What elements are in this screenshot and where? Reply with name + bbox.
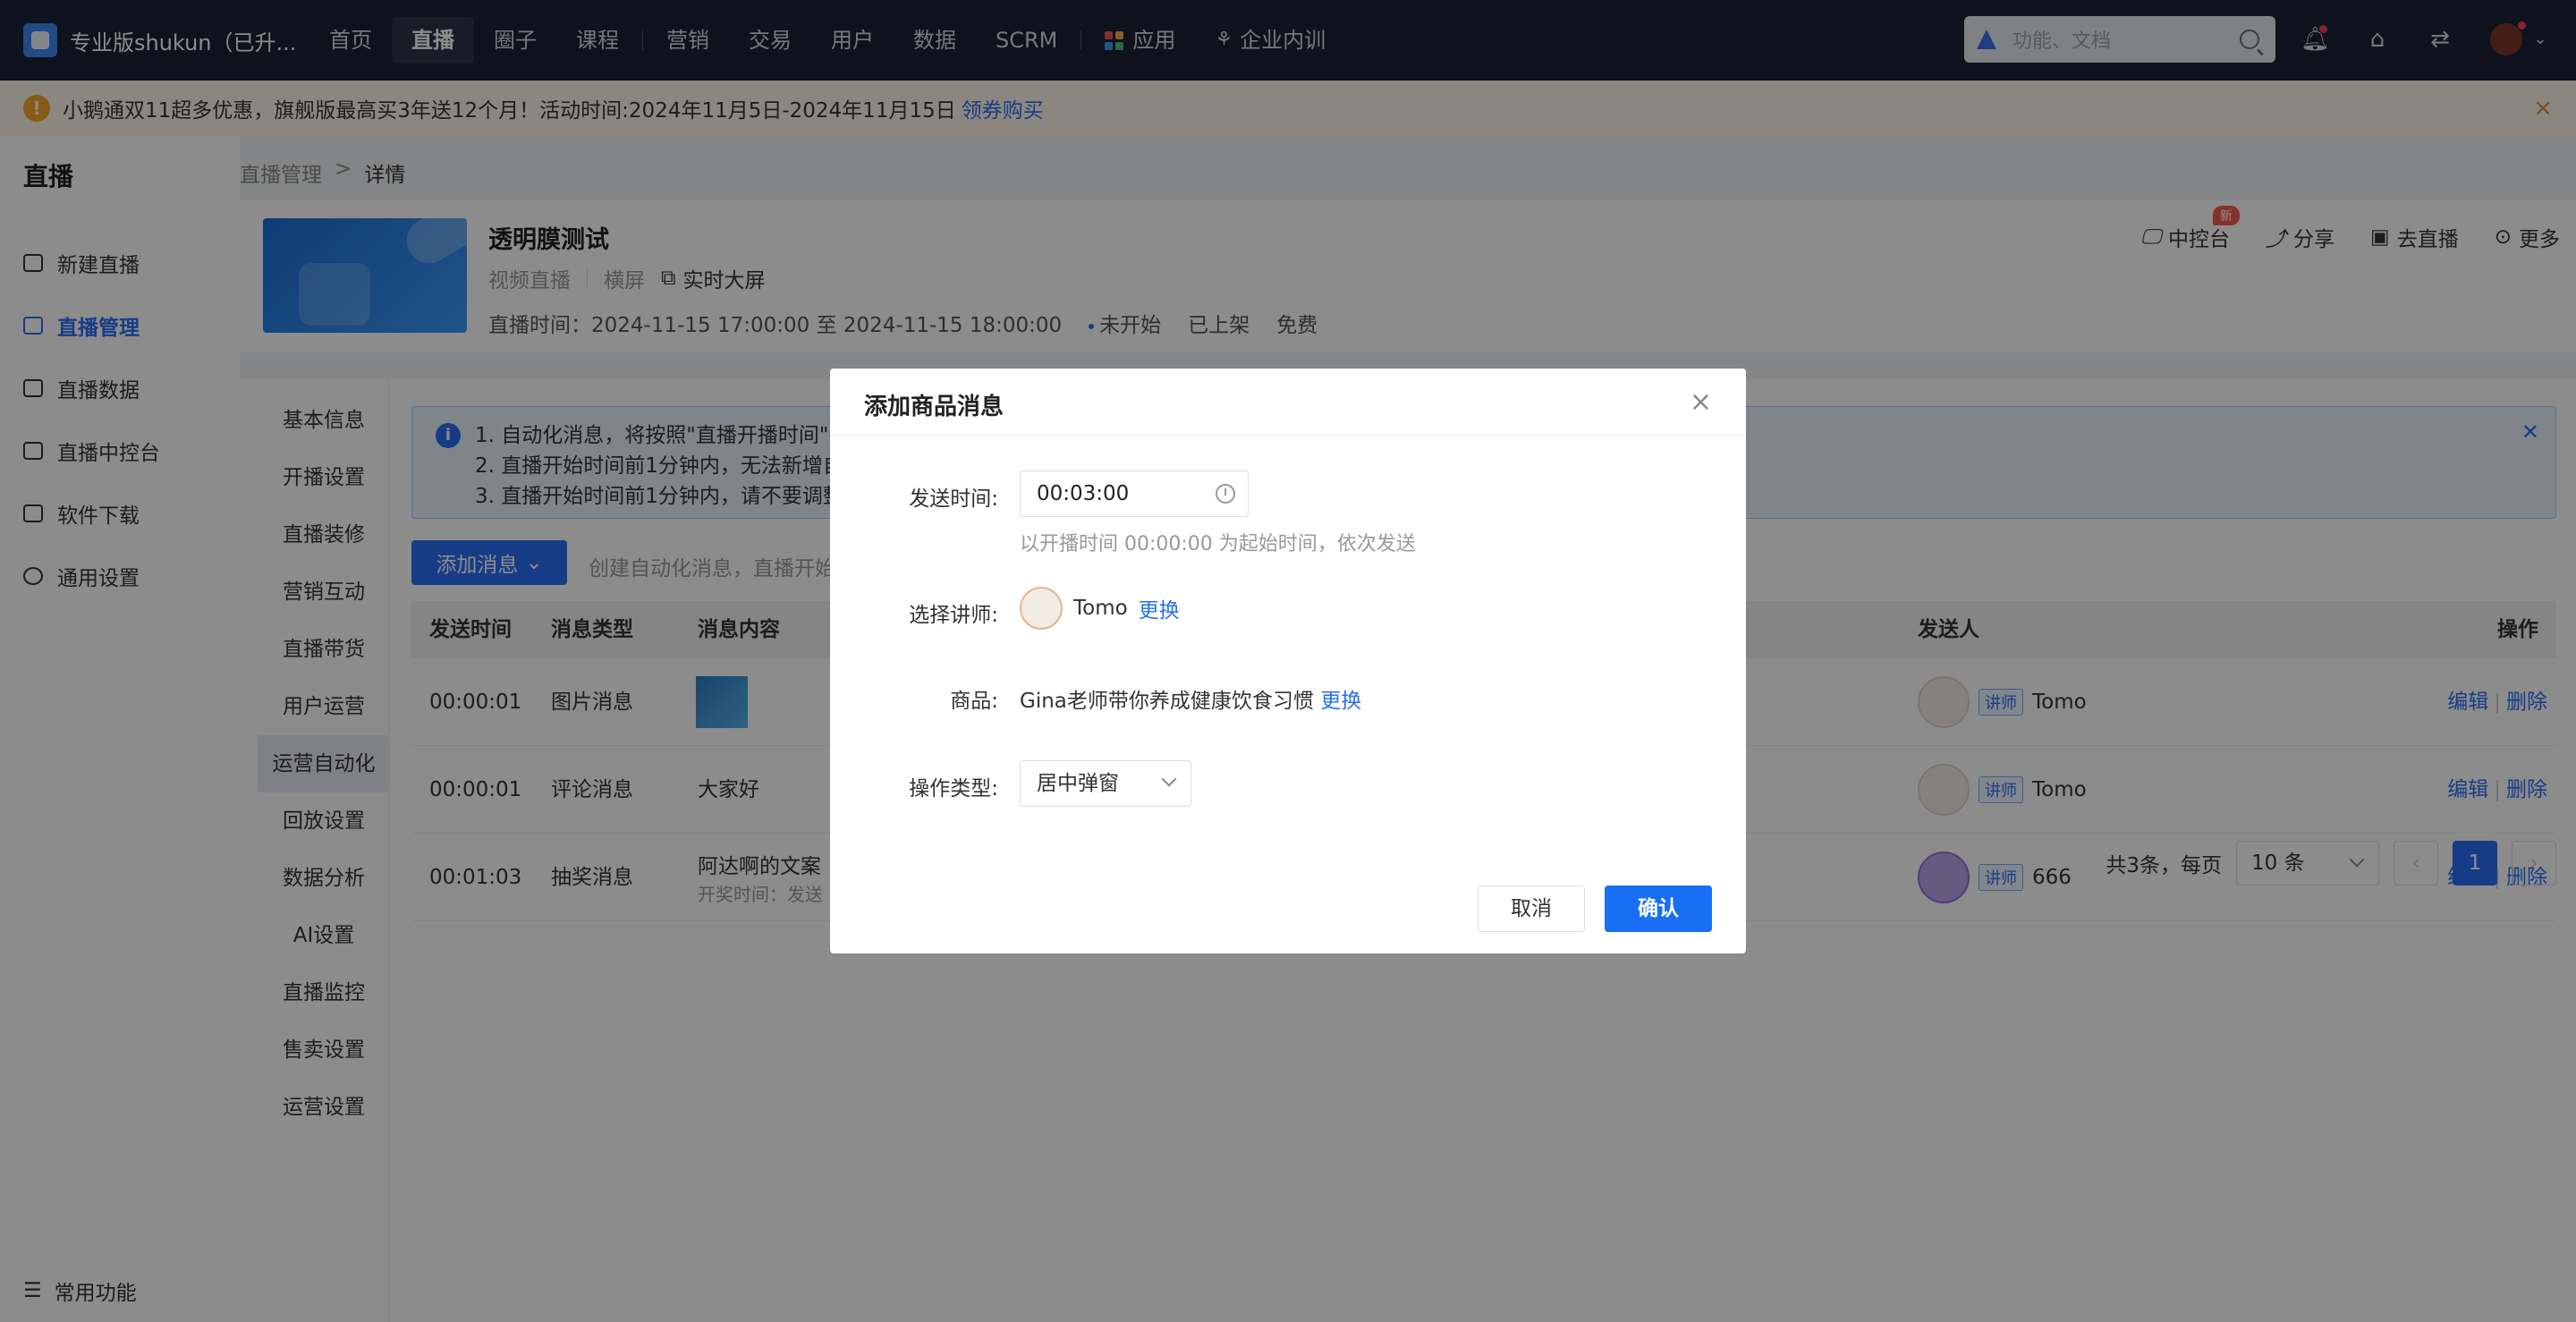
cancel-button[interactable]: 取消	[1478, 886, 1585, 932]
send-time-input[interactable]: 00:03:00	[1020, 470, 1249, 517]
goods-value: Gina老师带你养成健康饮食习惯 更换	[1020, 683, 1361, 714]
teacher-name: Tomo	[1073, 597, 1128, 620]
change-goods-link[interactable]: 更换	[1320, 690, 1361, 713]
teacher-label: 选择讲师:	[909, 604, 998, 627]
close-icon[interactable]: ×	[1690, 386, 1712, 418]
add-product-message-dialog: 添加商品消息 × 发送时间: 00:03:00 以开播时间 00:00:00 为…	[830, 369, 1746, 953]
op-type-select[interactable]: 居中弹窗	[1020, 760, 1191, 807]
change-teacher-link[interactable]: 更换	[1139, 593, 1180, 623]
op-type-value: 居中弹窗	[1037, 772, 1119, 795]
goods-name: Gina老师带你养成健康饮食习惯	[1020, 690, 1314, 713]
clock-icon	[1216, 484, 1235, 504]
chevron-down-icon	[1161, 771, 1177, 787]
send-time-hint: 以开播时间 00:00:00 为起始时间，依次发送	[1020, 533, 1416, 555]
dialog-title: 添加商品消息	[864, 394, 1004, 420]
avatar	[1020, 587, 1063, 630]
divider	[830, 435, 1746, 436]
send-time-value: 00:03:00	[1037, 482, 1130, 505]
teacher-selector: Tomo 更换	[1020, 587, 1180, 630]
goods-label: 商品:	[950, 690, 998, 713]
send-time-label: 发送时间:	[909, 487, 998, 511]
confirm-button[interactable]: 确认	[1605, 886, 1712, 932]
op-type-label: 操作类型:	[909, 777, 998, 801]
